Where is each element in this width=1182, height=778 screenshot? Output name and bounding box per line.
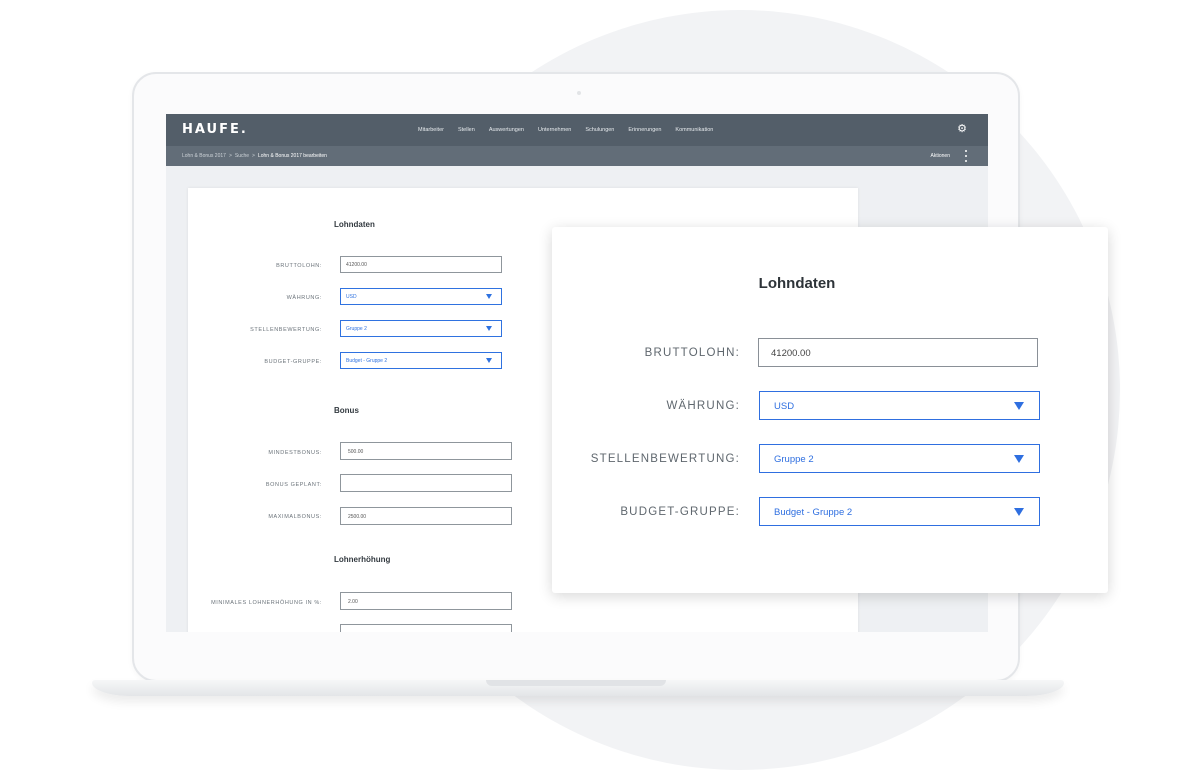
waehrung-select-value: USD: [346, 294, 357, 300]
zoomed-form-card: Lohndaten BRUTTOLOHN: 41200.00 WÄHRUNG: …: [552, 227, 1108, 593]
section-heading-lohndaten: Lohndaten: [334, 220, 375, 229]
mindestbonus-input[interactable]: 500.00: [340, 442, 512, 460]
laptop-base-notch: [486, 680, 666, 686]
bruttolohn-label: BRUTTOLOHN:: [276, 263, 322, 269]
main-nav: Mitarbeiter Stellen Auswertungen Unterne…: [418, 114, 727, 146]
dropdown-arrow-icon: [486, 294, 492, 299]
breadcrumb-item-suche[interactable]: Suche: [235, 153, 249, 159]
nav-item-stellen[interactable]: Stellen: [458, 127, 475, 133]
next-field-input[interactable]: [340, 624, 512, 632]
zoomed-waehrung-select[interactable]: USD: [759, 391, 1040, 420]
min-lohnerhoehung-input[interactable]: 2.00: [340, 592, 512, 610]
zoomed-bruttolohn-label: BRUTTOLOHN:: [644, 347, 740, 359]
laptop-mockup-stage: HAUFE. Mitarbeiter Stellen Auswertungen …: [0, 0, 1182, 778]
bruttolohn-input[interactable]: 41200.00: [340, 256, 502, 273]
laptop-camera: [577, 91, 581, 95]
zoomed-waehrung-select-value: USD: [774, 401, 795, 412]
min-lohnerhoehung-label: MINIMALES LOHNERHÖHUNG IN %:: [211, 600, 322, 606]
actions-button[interactable]: Aktionen: [931, 153, 950, 159]
maximalbonus-label: MAXIMALBONUS:: [268, 514, 322, 520]
zoomed-budget-gruppe-select-value: Budget - Gruppe 2: [774, 507, 853, 518]
stellenbewertung-select-value: Gruppe 2: [346, 326, 367, 332]
zoomed-stellenbewertung-select[interactable]: Gruppe 2: [759, 444, 1040, 473]
mindestbonus-label: MINDESTBONUS:: [268, 450, 322, 456]
app-header: HAUFE. Mitarbeiter Stellen Auswertungen …: [166, 114, 988, 146]
nav-item-erinnerungen[interactable]: Erinnerungen: [628, 127, 661, 133]
breadcrumb-item-lohn-bonus[interactable]: Lohn & Bonus 2017: [182, 153, 226, 159]
stellenbewertung-label: STELLENBEWERTUNG:: [250, 327, 322, 333]
zoomed-budget-gruppe-select[interactable]: Budget - Gruppe 2: [759, 497, 1040, 526]
zoomed-stellenbewertung-label: STELLENBEWERTUNG:: [590, 453, 740, 465]
bonus-geplant-label: BONUS GEPLANT:: [265, 482, 322, 488]
dropdown-arrow-icon: [486, 326, 492, 331]
section-heading-bonus: Bonus: [334, 406, 359, 415]
breadcrumb-separator: >: [252, 153, 255, 159]
zoomed-budget-gruppe-label: BUDGET-GRUPPE:: [620, 506, 740, 518]
budget-gruppe-select[interactable]: Budget - Gruppe 2: [340, 352, 502, 369]
nav-item-unternehmen[interactable]: Unternehmen: [538, 127, 571, 133]
section-heading-lohnerhoehung: Lohnerhöhung: [334, 555, 391, 564]
nav-item-auswertungen[interactable]: Auswertungen: [489, 127, 524, 133]
zoomed-heading-lohndaten: Lohndaten: [758, 275, 836, 292]
waehrung-select[interactable]: USD: [340, 288, 502, 305]
waehrung-label: WÄHRUNG:: [286, 295, 322, 301]
haufe-logo[interactable]: HAUFE.: [182, 122, 248, 137]
zoomed-waehrung-label: WÄHRUNG:: [666, 400, 740, 412]
dropdown-arrow-icon: [486, 358, 492, 363]
breadcrumb: Lohn & Bonus 2017 > Suche > Lohn & Bonus 201…: [182, 153, 327, 159]
stellenbewertung-select[interactable]: Gruppe 2: [340, 320, 502, 337]
breadcrumb-bar: Lohn & Bonus 2017 > Suche > Lohn & Bonus 201…: [166, 146, 988, 166]
zoomed-bruttolohn-input[interactable]: 41200.00: [758, 338, 1038, 367]
budget-gruppe-select-value: Budget - Gruppe 2: [346, 358, 388, 364]
maximalbonus-input[interactable]: 2500.00: [340, 507, 512, 525]
dropdown-arrow-icon: [1014, 455, 1024, 463]
nav-item-schulungen[interactable]: Schulungen: [585, 127, 614, 133]
budget-gruppe-label: BUDGET-GRUPPE:: [264, 359, 322, 365]
kebab-menu-icon[interactable]: [964, 149, 968, 163]
dropdown-arrow-icon: [1014, 402, 1024, 410]
nav-item-kommunikation[interactable]: Kommunikation: [675, 127, 713, 133]
gear-icon[interactable]: ⚙: [956, 123, 968, 135]
breadcrumb-item-current: Lohn & Bonus 2017 bearbeiten: [257, 153, 327, 159]
dropdown-arrow-icon: [1014, 508, 1024, 516]
nav-item-mitarbeiter[interactable]: Mitarbeiter: [418, 127, 444, 133]
zoomed-stellenbewertung-select-value: Gruppe 2: [774, 454, 814, 465]
bonus-geplant-input[interactable]: [340, 474, 512, 492]
breadcrumb-separator: >: [228, 153, 232, 159]
